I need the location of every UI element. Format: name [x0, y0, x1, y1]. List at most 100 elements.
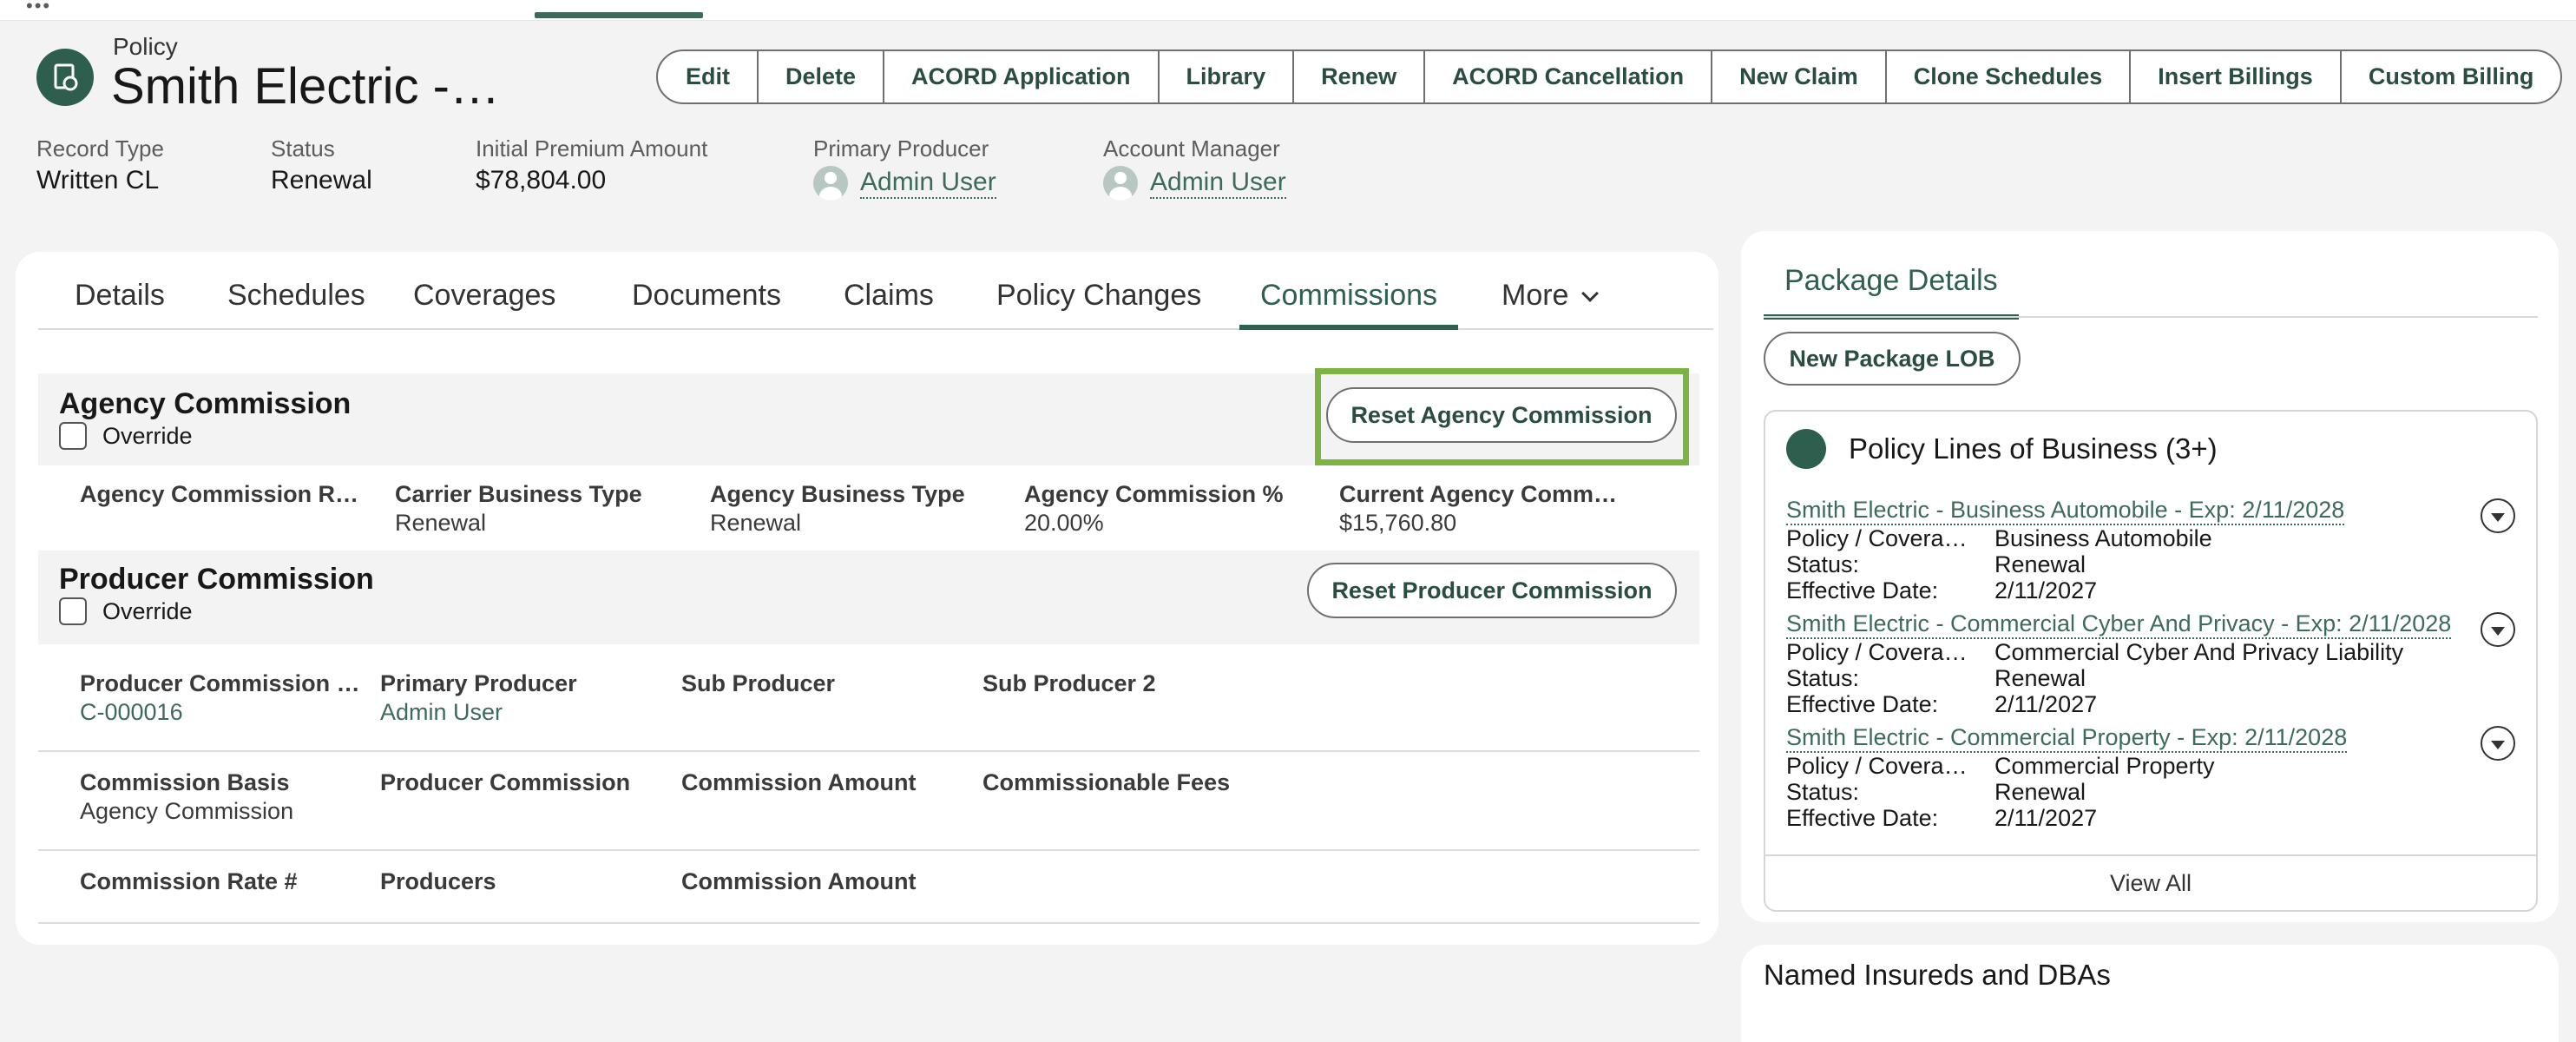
reset-agency-commission-button[interactable]: Reset Agency Commission — [1326, 387, 1677, 443]
divider — [38, 750, 1699, 752]
tab-claims[interactable]: Claims — [844, 276, 934, 330]
lob-key: Status: — [1786, 779, 1860, 805]
tab-policy-changes[interactable]: Policy Changes — [996, 276, 1201, 330]
producers-field: Producers — [380, 868, 496, 895]
view-all-link[interactable]: View All — [1765, 854, 2536, 910]
lob-coverage: Commercial Property — [1994, 753, 2215, 779]
lob-effective: 2/11/2027 — [1994, 577, 2098, 603]
acord-cancellation-button[interactable]: ACORD Cancellation — [1423, 51, 1711, 102]
lob-status: Renewal — [1994, 665, 2086, 691]
primary-producer-link[interactable]: Admin User — [380, 699, 577, 726]
reset-producer-commission-button[interactable]: Reset Producer Commission — [1307, 563, 1677, 618]
tab-coverages[interactable]: Coverages — [413, 276, 555, 330]
carrier-business-type-field: Carrier Business Type Renewal — [395, 481, 642, 537]
acord-application-button[interactable]: ACORD Application — [883, 51, 1158, 102]
action-button-group: Edit Delete ACORD Application Library Re… — [656, 49, 2563, 104]
field-label: Sub Producer 2 — [982, 670, 1156, 696]
status-label: Status — [271, 135, 335, 162]
lob-item-link[interactable]: Smith Electric - Business Automobile - E… — [1786, 497, 2345, 525]
row-actions-dropdown-icon[interactable] — [2481, 498, 2515, 533]
chevron-down-icon — [1581, 285, 1600, 302]
active-nav-indicator — [535, 12, 703, 18]
field-value: Renewal — [710, 510, 802, 536]
commission-rate-number-field: Commission Rate # — [80, 868, 298, 895]
lob-header: Policy Lines of Business (3+) — [1786, 429, 2218, 469]
lob-item: Smith Electric - Commercial Cyber And Pr… — [1786, 610, 2515, 717]
named-insureds-card: Named Insureds and DBAs — [1741, 945, 2559, 1042]
producer-commission-title: Producer Commission — [59, 563, 374, 596]
lob-key: Policy / Covera… — [1786, 753, 1968, 779]
renew-button[interactable]: Renew — [1292, 51, 1423, 102]
lob-title: Policy Lines of Business (3+) — [1849, 432, 2218, 465]
producer-commission-link[interactable]: C-000016 — [80, 699, 360, 726]
primary-producer-field: Primary Producer Admin User — [380, 670, 577, 726]
tab-documents[interactable]: Documents — [632, 276, 781, 330]
lob-item: Smith Electric - Business Automobile - E… — [1786, 497, 2515, 603]
policy-lines-of-business: Policy Lines of Business (3+) Smith Elec… — [1764, 410, 2538, 912]
sub-producer-field: Sub Producer — [681, 670, 835, 697]
app-topbar: ••• — [0, 0, 2576, 21]
field-label: Agency Commission % — [1024, 481, 1284, 507]
named-insureds-title: Named Insureds and DBAs — [1764, 959, 2111, 991]
commission-amount-field: Commission Amount — [681, 868, 917, 895]
field-label: Agency Commission R… — [80, 481, 359, 507]
policy-icon — [36, 49, 94, 106]
new-claim-button[interactable]: New Claim — [1711, 51, 1885, 102]
account-manager-link[interactable]: Admin User — [1150, 168, 1286, 199]
field-label: Primary Producer — [380, 670, 577, 696]
lob-key: Effective Date: — [1786, 691, 1939, 717]
producer-commission-id-field: Producer Commission … C-000016 — [80, 670, 360, 726]
field-value: Renewal — [395, 510, 487, 536]
clone-schedules-button[interactable]: Clone Schedules — [1884, 51, 2130, 102]
commissions-card: Details Schedules Coverages Documents Cl… — [16, 252, 1718, 945]
field-label: Commissionable Fees — [982, 769, 1231, 795]
user-avatar-icon — [1103, 166, 1138, 201]
record-type-field: Record Type Written CL — [36, 135, 164, 195]
lob-item-link[interactable]: Smith Electric - Commercial Property - E… — [1786, 724, 2348, 753]
lob-effective: 2/11/2027 — [1994, 691, 2098, 717]
row-actions-dropdown-icon[interactable] — [2481, 726, 2515, 761]
divider — [38, 849, 1699, 851]
lob-item-link[interactable]: Smith Electric - Commercial Cyber And Pr… — [1786, 610, 2452, 639]
primary-producer-link[interactable]: Admin User — [860, 168, 996, 199]
divider — [38, 922, 1699, 924]
tab-more[interactable]: More — [1502, 276, 1600, 330]
tab-details[interactable]: Details — [75, 276, 165, 330]
agency-override-checkbox[interactable] — [59, 422, 87, 450]
tab-schedules[interactable]: Schedules — [227, 276, 365, 330]
lob-status: Renewal — [1994, 551, 2086, 577]
new-package-lob-button[interactable]: New Package LOB — [1764, 332, 2021, 386]
account-manager-field: Account Manager Admin User — [1103, 135, 1286, 201]
agency-override-label: Override — [102, 422, 193, 449]
app-launcher-icon[interactable]: ••• — [26, 0, 51, 16]
page-title: Smith Electric -… — [111, 58, 500, 115]
tab-package-details[interactable]: Package Details — [1764, 264, 2019, 320]
commission-basis-field: Commission Basis Agency Commission — [80, 769, 293, 825]
record-tabs: Details Schedules Coverages Documents Cl… — [38, 276, 1713, 330]
edit-button[interactable]: Edit — [658, 51, 757, 102]
account-manager-label: Account Manager — [1103, 135, 1280, 162]
field-label: Commission Rate # — [80, 868, 298, 894]
commission-amount-field: Commission Amount — [681, 769, 917, 796]
sub-producer-2-field: Sub Producer 2 — [982, 670, 1156, 697]
producer-override-checkbox[interactable] — [59, 597, 87, 625]
status-field: Status Renewal — [271, 135, 372, 195]
insert-billings-button[interactable]: Insert Billings — [2129, 51, 2340, 102]
delete-button[interactable]: Delete — [757, 51, 883, 102]
tab-commissions[interactable]: Commissions — [1239, 276, 1459, 330]
library-button[interactable]: Library — [1157, 51, 1293, 102]
primary-producer-label: Primary Producer — [813, 135, 989, 162]
status-value: Renewal — [271, 166, 372, 195]
row-actions-dropdown-icon[interactable] — [2481, 612, 2515, 647]
lob-effective: 2/11/2027 — [1994, 805, 2098, 831]
lob-key: Effective Date: — [1786, 577, 1939, 603]
lob-key: Effective Date: — [1786, 805, 1939, 831]
producer-override-label: Override — [102, 597, 193, 624]
lob-item: Smith Electric - Commercial Property - E… — [1786, 724, 2515, 831]
premium-field: Initial Premium Amount $78,804.00 — [476, 135, 707, 195]
lob-status: Renewal — [1994, 779, 2086, 805]
agency-commission-percent-field: Agency Commission % 20.00% — [1024, 481, 1284, 537]
custom-billing-button[interactable]: Custom Billing — [2339, 51, 2560, 102]
agency-business-type-field: Agency Business Type Renewal — [710, 481, 965, 537]
lob-key: Status: — [1786, 665, 1860, 691]
